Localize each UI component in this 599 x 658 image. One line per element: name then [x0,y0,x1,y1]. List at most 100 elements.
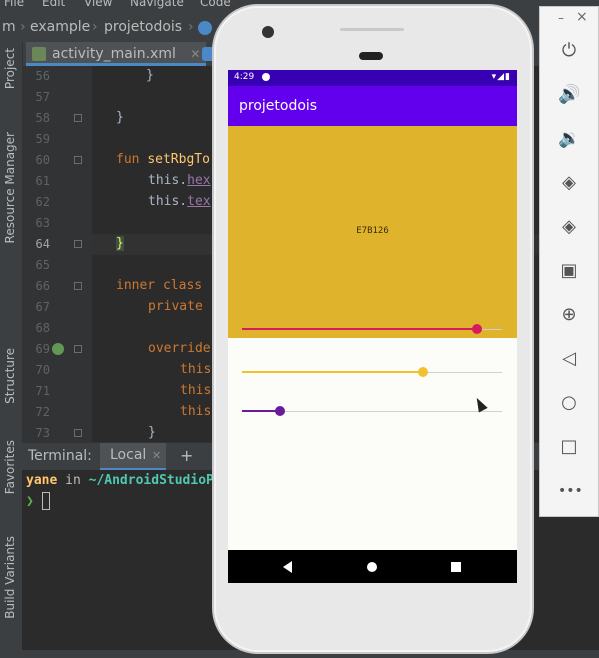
line-number: 58 [22,108,92,129]
code-line: this [180,383,212,398]
device-top-edge [340,28,404,31]
notification-icon [262,73,270,81]
phone-screen[interactable]: 4:29 ▾◢▮ projetodois E7B126 [228,70,517,583]
menu-code[interactable]: Code [200,0,231,9]
fold-icon[interactable] [74,345,82,353]
line-number: 64 [22,234,92,255]
app-title: projetodois [239,98,318,114]
tab-label: activity_main.xml [52,46,176,62]
line-number: 63 [35,216,50,230]
android-status-bar: 4:29 ▾◢▮ [228,70,517,86]
slider-fill [242,371,423,373]
terminal-title: Terminal: [28,448,92,464]
structure-tool-button[interactable]: Structure [3,348,17,404]
rotate-left-icon[interactable]: ◈ [558,172,580,194]
xml-file-icon [32,47,46,61]
home-icon[interactable]: ○ [558,392,580,414]
line-number-gutter: 56 57 58 59 60 61 62 63 64 65 66 67 68 6… [22,66,92,442]
menu-navigate[interactable]: Navigate [130,0,184,9]
line-number: 60 [22,150,92,171]
close-icon[interactable]: ✕ [190,47,200,61]
line-number: 68 [35,321,50,335]
line-number: 67 [35,300,50,314]
rotate-right-icon[interactable]: ◈ [558,216,580,238]
menu-file[interactable]: File [4,0,24,9]
slider-thumb[interactable] [418,367,428,377]
kotlin-class-icon [198,21,212,35]
build-variants-tool-button[interactable]: Build Variants [3,536,17,619]
emulator-device-frame: 4:29 ▾◢▮ projetodois E7B126 [214,6,532,652]
close-icon[interactable]: ✕ [152,449,161,462]
volume-down-icon[interactable]: 🔉 [558,128,580,150]
add-tab-button[interactable]: + [180,446,193,465]
power-icon[interactable]: ⏻ [558,40,580,62]
color-preview: E7B126 [228,126,517,338]
line-number: 57 [35,90,50,104]
slider-green[interactable] [242,363,502,383]
line-number: 70 [35,363,50,377]
breadcrumb-separator: › [20,19,26,35]
zoom-icon[interactable]: ⊕ [558,304,580,326]
close-button[interactable]: × [576,9,588,25]
code-line: this [180,404,212,419]
line-number: 61 [35,174,50,188]
slider-red[interactable] [242,320,502,340]
tab-local-label: Local [110,447,147,463]
code-line: } [116,110,124,125]
emulator-controls-panel: – × ⏻ 🔊 🔉 ◈ ◈ ▣ ⊕ ◁ ○ □ ••• [539,6,599,517]
overview-icon[interactable]: □ [558,436,580,458]
code-line: } [116,236,124,251]
project-tool-button[interactable]: Project [3,48,17,89]
earpiece-speaker [359,52,383,60]
code-line: } [146,68,154,83]
tab-local[interactable]: Local ✕ [100,443,166,471]
nav-home-icon[interactable] [367,562,377,572]
slider-thumb[interactable] [275,406,285,416]
nav-recents-icon[interactable] [451,562,461,572]
code-line: override [148,341,211,356]
code-line: inner class [116,278,203,293]
fold-icon[interactable] [74,114,82,122]
fold-icon[interactable] [74,282,82,290]
line-number: 66 [22,276,92,297]
terminal-prompt-line: yane in ~/AndroidStudioP [26,473,214,488]
tab-activity-main-xml[interactable]: activity_main.xml ✕ [26,42,207,66]
override-marker-icon[interactable] [52,343,64,355]
back-icon[interactable]: ◁ [558,348,580,370]
android-nav-bar [228,550,517,583]
line-number: 69 [22,339,92,360]
line-number: 71 [35,384,50,398]
menu-edit[interactable]: Edit [42,0,65,9]
line-number: 65 [35,258,50,272]
breadcrumb-item-projetodois[interactable]: projetodois [104,19,182,35]
line-number: 72 [35,405,50,419]
menu-view[interactable]: View [84,0,112,9]
code-line: } [148,425,156,440]
breadcrumb-item-example[interactable]: example [30,19,90,35]
code-line: this.hex [148,173,211,188]
breadcrumb-separator: › [92,19,98,35]
code-line: this.tex [148,194,211,209]
status-time: 4:29 [234,72,255,82]
more-icon[interactable]: ••• [558,480,583,502]
hex-label: E7B126 [356,226,389,236]
breadcrumb-item-root[interactable]: m [2,19,16,35]
slider-blue[interactable] [242,402,502,422]
fold-icon[interactable] [74,429,82,437]
minimize-button[interactable]: – [558,11,564,25]
nav-back-icon[interactable] [283,561,292,573]
camera-icon[interactable]: ▣ [558,260,580,282]
code-line: fun setRbgTo [116,152,210,167]
favorites-tool-button[interactable]: Favorites [3,440,17,494]
resource-manager-tool-button[interactable]: Resource Manager [3,132,17,243]
fold-icon[interactable] [74,156,82,164]
fold-icon[interactable] [74,240,82,248]
panel-title-bar: – × [540,7,598,29]
app-toolbar: projetodois [228,86,517,126]
prompt-symbol: ❯ [26,494,34,509]
status-icons: ▾◢▮ [491,72,511,82]
terminal-cursor [42,492,50,510]
slider-thumb[interactable] [472,324,482,334]
volume-up-icon[interactable]: 🔊 [558,84,580,106]
left-tool-strip: Project Resource Manager Structure Favor… [0,42,23,658]
